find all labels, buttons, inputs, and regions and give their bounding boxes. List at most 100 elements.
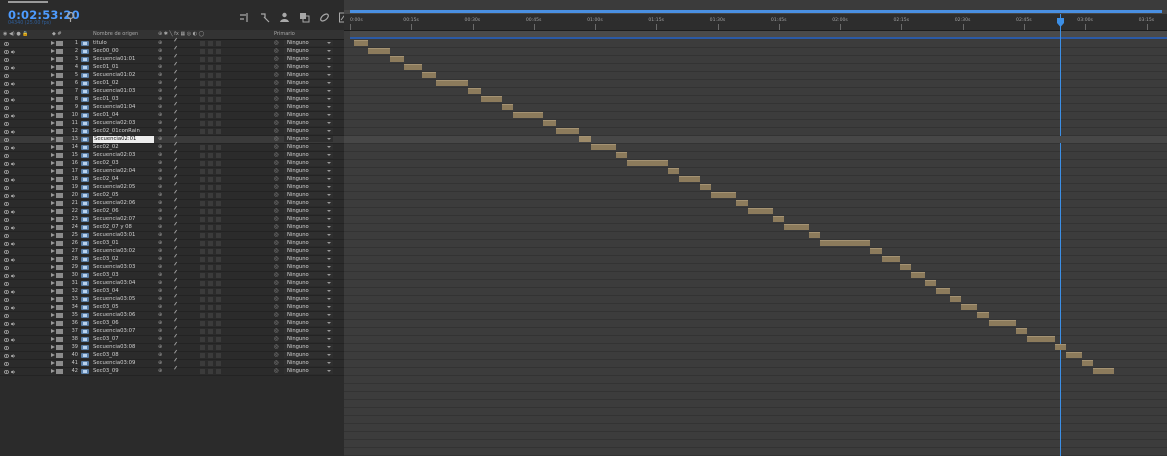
switch-box[interactable] bbox=[216, 345, 221, 350]
dropdown-chevron-icon[interactable] bbox=[327, 42, 331, 44]
dropdown-chevron-icon[interactable] bbox=[327, 98, 331, 100]
dropdown-chevron-icon[interactable] bbox=[327, 370, 331, 372]
layer-source-name[interactable]: Sec01_03 bbox=[93, 96, 153, 103]
switch-box[interactable] bbox=[200, 81, 205, 86]
layer-row[interactable]: 17 Secuencia02:04 ⊕ ◎ Ninguno bbox=[0, 165, 344, 176]
pick-whip-icon[interactable]: ◎ bbox=[274, 352, 279, 358]
dropdown-chevron-icon[interactable] bbox=[327, 154, 331, 156]
parent-dropdown[interactable]: Ninguno bbox=[284, 96, 333, 102]
parent-dropdown[interactable]: Ninguno bbox=[284, 40, 333, 46]
switch-box[interactable] bbox=[200, 161, 205, 166]
switch-box[interactable] bbox=[216, 321, 221, 326]
parent-dropdown[interactable]: Ninguno bbox=[284, 320, 333, 326]
parent-dropdown[interactable]: Ninguno bbox=[284, 64, 333, 70]
layer-row[interactable]: 3 Secuencia01:01 ⊕ ◎ Ninguno bbox=[0, 53, 344, 64]
switch-box[interactable] bbox=[216, 57, 221, 62]
shy-switch-icon[interactable]: ⊕ bbox=[158, 48, 162, 54]
parent-header[interactable]: Primario bbox=[274, 31, 295, 37]
parent-dropdown[interactable]: Ninguno bbox=[284, 336, 333, 342]
expand-triangle-icon[interactable] bbox=[51, 337, 55, 341]
visibility-eye-icon[interactable] bbox=[3, 313, 10, 318]
switch-box[interactable] bbox=[208, 289, 213, 294]
layer-duration-bar[interactable] bbox=[667, 168, 680, 174]
parent-dropdown[interactable]: Ninguno bbox=[284, 240, 333, 246]
shy-switch-icon[interactable]: ⊕ bbox=[158, 112, 162, 118]
layer-source-name[interactable]: Secuencia01:02 bbox=[93, 72, 153, 79]
audio-speaker-icon[interactable] bbox=[11, 161, 16, 166]
audio-speaker-icon[interactable] bbox=[11, 129, 16, 134]
switch-box[interactable] bbox=[200, 193, 205, 198]
frame-blending-icon[interactable] bbox=[296, 9, 312, 25]
layer-source-name[interactable]: Sec03_02 bbox=[93, 256, 153, 263]
switch-box[interactable] bbox=[216, 161, 221, 166]
dropdown-chevron-icon[interactable] bbox=[327, 298, 331, 300]
pick-whip-icon[interactable]: ◎ bbox=[274, 104, 279, 110]
playhead-icon[interactable] bbox=[1056, 18, 1064, 27]
label-color-swatch[interactable] bbox=[56, 40, 63, 46]
switch-box[interactable] bbox=[208, 185, 213, 190]
visibility-eye-icon[interactable] bbox=[3, 121, 10, 126]
layer-row[interactable]: 4 Sec01_01 ⊕ ◎ Ninguno bbox=[0, 61, 344, 72]
layer-row[interactable]: 39 Secuencia03:08 ⊕ ◎ Ninguno bbox=[0, 341, 344, 352]
pick-whip-icon[interactable]: ◎ bbox=[274, 232, 279, 238]
dropdown-chevron-icon[interactable] bbox=[327, 346, 331, 348]
switch-box[interactable] bbox=[208, 265, 213, 270]
layer-row[interactable]: 9 Secuencia01:04 ⊕ ◎ Ninguno bbox=[0, 101, 344, 112]
expand-triangle-icon[interactable] bbox=[51, 89, 55, 93]
layer-source-name[interactable]: Secuencia02:03 bbox=[93, 152, 153, 159]
layer-row[interactable]: 5 Secuencia01:02 ⊕ ◎ Ninguno bbox=[0, 69, 344, 80]
switch-box[interactable] bbox=[216, 73, 221, 78]
layer-source-name[interactable]: Secuencia02:07 bbox=[93, 216, 153, 223]
pick-whip-icon[interactable]: ◎ bbox=[274, 272, 279, 278]
switch-box[interactable] bbox=[208, 81, 213, 86]
switch-box[interactable] bbox=[200, 121, 205, 126]
layer-source-name[interactable]: Sec02_02 bbox=[93, 144, 153, 151]
pick-whip-icon[interactable]: ◎ bbox=[274, 112, 279, 118]
expand-triangle-icon[interactable] bbox=[51, 177, 55, 181]
switch-box[interactable] bbox=[216, 361, 221, 366]
layer-duration-bar[interactable] bbox=[467, 88, 482, 94]
switch-box[interactable] bbox=[208, 177, 213, 182]
switch-box[interactable] bbox=[208, 257, 213, 262]
expand-triangle-icon[interactable] bbox=[51, 329, 55, 333]
switch-box[interactable] bbox=[216, 209, 221, 214]
visibility-eye-icon[interactable] bbox=[3, 73, 10, 78]
visibility-eye-icon[interactable] bbox=[3, 329, 10, 334]
expand-triangle-icon[interactable] bbox=[51, 249, 55, 253]
label-color-swatch[interactable] bbox=[56, 152, 63, 158]
layer-duration-bar[interactable] bbox=[626, 160, 668, 166]
switch-box[interactable] bbox=[216, 233, 221, 238]
label-number-header[interactable]: ◆ # bbox=[52, 31, 62, 37]
switch-box[interactable] bbox=[208, 193, 213, 198]
visibility-eye-icon[interactable] bbox=[3, 105, 10, 110]
shy-switch-icon[interactable]: ⊕ bbox=[158, 104, 162, 110]
switch-box[interactable] bbox=[200, 89, 205, 94]
switch-box[interactable] bbox=[216, 313, 221, 318]
visibility-eye-icon[interactable] bbox=[3, 321, 10, 326]
shy-switch-icon[interactable]: ⊕ bbox=[158, 256, 162, 262]
switch-box[interactable] bbox=[216, 41, 221, 46]
shy-switch-icon[interactable]: ⊕ bbox=[158, 200, 162, 206]
composition-mini-flowchart-icon[interactable] bbox=[236, 9, 252, 25]
shy-switch-icon[interactable]: ⊕ bbox=[158, 144, 162, 150]
audio-speaker-icon[interactable] bbox=[11, 193, 16, 198]
switch-box[interactable] bbox=[200, 185, 205, 190]
shy-switch-icon[interactable]: ⊕ bbox=[158, 128, 162, 134]
visibility-eye-icon[interactable] bbox=[3, 49, 10, 54]
motion-blur-icon[interactable] bbox=[316, 9, 332, 25]
audio-speaker-icon[interactable] bbox=[11, 177, 16, 182]
layer-source-name[interactable]: Secuencia03:03 bbox=[93, 264, 153, 271]
switch-box[interactable] bbox=[216, 249, 221, 254]
parent-dropdown[interactable]: Ninguno bbox=[284, 176, 333, 182]
pick-whip-icon[interactable]: ◎ bbox=[274, 208, 279, 214]
panel-tab-indicator[interactable] bbox=[8, 1, 48, 3]
label-color-swatch[interactable] bbox=[56, 312, 63, 318]
switch-box[interactable] bbox=[208, 281, 213, 286]
visibility-eye-icon[interactable] bbox=[3, 217, 10, 222]
dropdown-chevron-icon[interactable] bbox=[327, 306, 331, 308]
audio-speaker-icon[interactable] bbox=[11, 321, 16, 326]
layer-source-name[interactable]: Secuencia03:09 bbox=[93, 360, 153, 367]
expand-triangle-icon[interactable] bbox=[51, 73, 55, 77]
layer-row[interactable]: 41 Secuencia03:09 ⊕ ◎ Ninguno bbox=[0, 357, 344, 368]
pick-whip-icon[interactable]: ◎ bbox=[274, 264, 279, 270]
